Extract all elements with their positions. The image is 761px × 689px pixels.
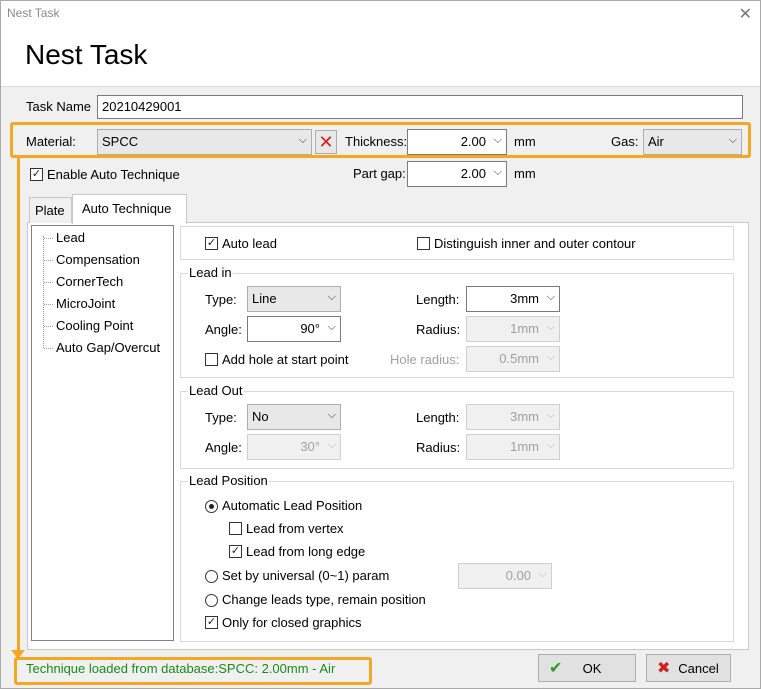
close-icon[interactable]: ✕	[739, 4, 752, 24]
chevron-down-icon: ⌵	[538, 568, 547, 580]
tree-item-auto-gap-overcut[interactable]: Auto Gap/Overcut	[43, 340, 160, 355]
tree-item-microjoint[interactable]: MicroJoint	[43, 296, 115, 311]
universal-param-label: Set by universal (0~1) param	[222, 568, 390, 583]
tree-connector	[43, 236, 44, 348]
chevron-down-icon: ⌵	[327, 291, 336, 303]
cancel-button[interactable]: ✖ Cancel	[646, 654, 731, 682]
change-leads-type-label: Change leads type, remain position	[222, 592, 426, 607]
lead-in-radius-label: Radius:	[416, 322, 461, 337]
chevron-down-icon: ⌵	[546, 439, 555, 451]
automatic-lead-position-radio[interactable]	[205, 500, 218, 513]
task-name-input[interactable]: 20210429001	[97, 95, 743, 119]
lead-in-type-label: Type:	[205, 292, 237, 307]
lead-in-radius-value: 1mm	[510, 321, 539, 336]
lead-out-angle-select[interactable]: 30° ⌵	[247, 434, 341, 460]
lead-in-length-value: 3mm	[510, 291, 539, 306]
hole-radius-value: 0.5mm	[499, 351, 539, 366]
lead-out-length-value: 3mm	[510, 409, 539, 424]
chevron-down-icon: ⌵	[546, 321, 555, 333]
chevron-down-icon: ⌵	[546, 351, 555, 363]
auto-lead-checkbox[interactable]: ✓	[205, 237, 218, 250]
tab-plate-label: Plate	[35, 203, 65, 218]
chevron-down-icon: ⌵	[546, 291, 555, 303]
lead-from-long-edge-label: Lead from long edge	[246, 544, 366, 559]
chevron-down-icon: ⌵	[327, 439, 336, 451]
lead-out-type-value: No	[252, 409, 269, 424]
tree-item-cooling-point[interactable]: Cooling Point	[43, 318, 133, 333]
tab-plate[interactable]: Plate	[29, 197, 72, 223]
window-title: Nest Task	[7, 6, 60, 20]
lead-from-vertex-label: Lead from vertex	[246, 521, 344, 536]
chevron-down-icon: ⌵	[493, 166, 502, 178]
part-gap-label: Part gap:	[353, 166, 406, 181]
tree-item-compensation[interactable]: Compensation	[44, 252, 140, 267]
add-hole-checkbox[interactable]	[205, 353, 218, 366]
lead-out-type-select[interactable]: No ⌵	[247, 404, 341, 430]
lead-out-radius-value: 1mm	[510, 439, 539, 454]
lead-in-radius-select[interactable]: 1mm ⌵	[466, 316, 560, 342]
distinguish-label: Distinguish inner and outer contour	[434, 236, 636, 251]
status-text: Technique loaded from database:SPCC: 2.0…	[26, 661, 336, 676]
tree-item-cornertech[interactable]: CornerTech	[43, 274, 123, 289]
ok-button-label: OK	[582, 661, 602, 676]
lead-from-vertex-checkbox[interactable]	[229, 522, 242, 535]
title-bar: Nest Task ✕	[1, 1, 760, 27]
chevron-down-icon: ⌵	[327, 321, 336, 333]
lead-in-angle-label: Angle:	[205, 322, 242, 337]
chevron-down-icon: ⌵	[327, 409, 336, 421]
lead-in-title: Lead in	[188, 265, 233, 280]
lead-in-length-label: Length:	[416, 292, 460, 307]
lead-from-long-edge-checkbox[interactable]: ✓	[229, 545, 242, 558]
task-name-label: Task Name	[26, 99, 92, 114]
lead-in-type-value: Line	[252, 291, 277, 306]
tab-auto-technique[interactable]: Auto Technique	[72, 194, 187, 224]
tab-auto-technique-label: Auto Technique	[82, 201, 172, 216]
closed-graphics-label: Only for closed graphics	[222, 615, 362, 630]
lead-out-type-label: Type:	[205, 410, 237, 425]
hole-radius-select[interactable]: 0.5mm ⌵	[466, 346, 560, 372]
enable-auto-technique-label: Enable Auto Technique	[47, 167, 180, 182]
closed-graphics-checkbox[interactable]: ✓	[205, 616, 218, 629]
lead-in-length-select[interactable]: 3mm ⌵	[466, 286, 560, 312]
page-title: Nest Task	[25, 39, 148, 70]
lead-in-angle-value: 90°	[300, 321, 320, 336]
universal-param-value: 0.00	[505, 568, 531, 583]
part-gap-select[interactable]: 2.00 ⌵	[407, 161, 507, 187]
lead-out-angle-value: 30°	[300, 439, 320, 454]
lead-out-length-select[interactable]: 3mm ⌵	[466, 404, 560, 430]
cancel-button-label: Cancel	[678, 661, 719, 676]
part-gap-unit: mm	[514, 166, 536, 181]
dialog-header: Nest Task	[1, 27, 760, 87]
enable-auto-technique-checkbox[interactable]: ✓	[30, 168, 43, 181]
lead-position-title: Lead Position	[188, 473, 269, 488]
lead-out-radius-select[interactable]: 1mm ⌵	[466, 434, 560, 460]
lead-out-title: Lead Out	[188, 383, 244, 398]
lead-in-angle-select[interactable]: 90° ⌵	[247, 316, 341, 342]
lead-out-length-label: Length:	[416, 410, 460, 425]
universal-param-radio[interactable]	[205, 570, 218, 583]
chevron-down-icon: ⌵	[546, 409, 555, 421]
automatic-lead-position-label: Automatic Lead Position	[222, 498, 363, 513]
material-highlight	[10, 122, 751, 158]
lead-in-type-select[interactable]: Line ⌵	[247, 286, 341, 312]
nest-task-dialog: Nest Task ✕ Nest Task Task Name 20210429…	[0, 0, 761, 689]
ok-button[interactable]: ✔ OK	[538, 654, 636, 682]
distinguish-checkbox[interactable]	[417, 237, 430, 250]
lead-out-radius-label: Radius:	[416, 440, 461, 455]
change-leads-type-radio[interactable]	[205, 594, 218, 607]
highlight-connector	[17, 158, 20, 650]
universal-param-select[interactable]: 0.00 ⌵	[458, 563, 552, 589]
part-gap-value: 2.00	[460, 166, 486, 181]
add-hole-label: Add hole at start point	[222, 352, 349, 367]
lead-out-angle-label: Angle:	[205, 440, 242, 455]
tree-item-lead[interactable]: Lead	[44, 230, 85, 245]
auto-lead-label: Auto lead	[222, 236, 277, 251]
technique-tree: Lead Compensation CornerTech MicroJoint …	[31, 225, 174, 641]
hole-radius-label: Hole radius:	[390, 352, 460, 367]
